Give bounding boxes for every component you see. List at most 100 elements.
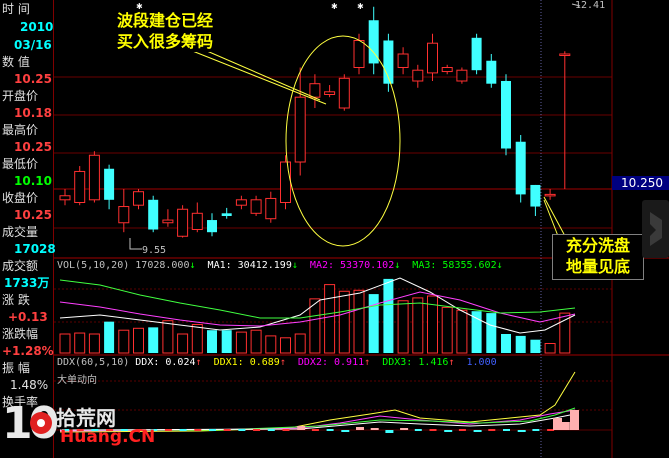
annotation-pointer xyxy=(543,196,566,237)
ddx-bar xyxy=(561,422,570,430)
volume-bar xyxy=(250,329,262,354)
ddx-bar xyxy=(444,430,453,432)
candle-body xyxy=(324,91,336,96)
volume-bar xyxy=(368,294,379,353)
annotation-bottom: 充分洗盘 地量见底 xyxy=(552,234,644,280)
ddx-bar xyxy=(517,430,526,432)
volume-bar xyxy=(353,289,365,354)
candle-body xyxy=(309,83,321,98)
volume-bar xyxy=(515,335,526,353)
ddx-header: DDX(60,5,10) DDX: 0.024↑, DDX1: 0.689↑, … xyxy=(57,357,497,368)
candle-body xyxy=(530,184,541,207)
candle-body xyxy=(59,195,71,201)
candle-body xyxy=(294,96,306,163)
close-value: 10.25 xyxy=(14,208,52,222)
amount-label: 成交额 xyxy=(2,259,39,273)
value-value: 10.25 xyxy=(14,72,52,86)
volume-bar xyxy=(162,320,174,354)
ddx-bar xyxy=(341,430,350,432)
star-marker: ✱ xyxy=(357,2,364,11)
volume-bar xyxy=(177,333,189,354)
candle-body xyxy=(486,60,497,84)
candle-body xyxy=(456,69,468,82)
volume-bar xyxy=(104,321,115,353)
scroll-handle[interactable] xyxy=(642,200,669,258)
ddx-bar xyxy=(570,410,579,430)
candle-body xyxy=(427,42,438,74)
vol-header: VOL(5,10,20) 17028.000↓, MA1: 30412.199↓… xyxy=(57,260,503,271)
volume-bar xyxy=(294,333,306,354)
ddx-bar xyxy=(385,430,394,433)
candle-body xyxy=(544,193,556,197)
volume-bar xyxy=(191,324,203,354)
high-label: 最高价 xyxy=(2,123,39,137)
volume-bar xyxy=(207,330,217,353)
candle-body xyxy=(471,37,482,71)
candle-body xyxy=(250,199,262,214)
star-marker: ✱ xyxy=(331,2,338,11)
current-price-box: 10.250 xyxy=(612,176,669,190)
candle-body xyxy=(412,69,424,82)
volume-bar xyxy=(544,343,556,354)
time-label: 时 间 xyxy=(2,2,30,16)
low-label: 最低价 xyxy=(2,157,39,171)
close-label: 收盘价 xyxy=(2,191,39,205)
amount-value: 1733万 xyxy=(4,276,50,290)
candle-body xyxy=(265,197,277,220)
ddx-bar xyxy=(400,428,409,430)
change-value: +0.13 xyxy=(8,310,48,324)
volume-bar xyxy=(133,327,144,354)
volume-bar xyxy=(280,337,291,354)
watermark-logo-icon xyxy=(30,412,52,434)
amplitude-label: 振 幅 xyxy=(2,361,30,375)
change-pct-label: 涨跌幅 xyxy=(2,327,39,341)
low-marker-label: 9.55 xyxy=(142,245,167,256)
scroll-icon xyxy=(650,212,662,246)
volume-bar xyxy=(324,284,336,354)
candle-body xyxy=(162,219,174,224)
annotation-pointer xyxy=(199,47,321,101)
candle-body xyxy=(338,77,350,109)
volume-bar xyxy=(501,334,511,353)
volume-bar xyxy=(118,329,130,354)
ddx-bar xyxy=(553,418,562,430)
info-panel: 时 间 2010 03/16 数 值 10.25 开盘价 10.18 最高价 1… xyxy=(0,0,56,458)
volume-bar xyxy=(235,331,247,354)
volume-label: 成交量 xyxy=(2,225,39,239)
high-value: 10.25 xyxy=(14,140,52,154)
candle-body xyxy=(148,199,159,230)
high-marker-label: 12.41 xyxy=(575,0,606,11)
volume-bar xyxy=(456,309,468,354)
change-pct-value: +1.28% xyxy=(2,344,54,358)
value-label: 数 值 xyxy=(2,55,30,69)
volume-bar xyxy=(338,290,350,354)
volume-bar xyxy=(559,312,571,354)
candle-body xyxy=(501,81,511,149)
volume-bar xyxy=(383,278,394,353)
candle-body xyxy=(88,154,100,201)
candle-body xyxy=(280,161,291,203)
annotation-accumulation: 波段建仓已经 买入很多筹码 xyxy=(103,10,227,52)
site-watermark: 10 拾荒网 Huang.CN xyxy=(2,398,156,449)
ddx-sub-label: 大单动向 xyxy=(57,375,97,386)
volume-bar xyxy=(441,306,453,354)
ddx-bar xyxy=(370,428,379,430)
volume-bar xyxy=(74,332,86,354)
change-label: 涨 跌 xyxy=(2,293,30,307)
volume-bar xyxy=(397,300,409,354)
chart-canvas[interactable] xyxy=(0,0,669,458)
annotation-pointer xyxy=(543,199,559,237)
candle-body xyxy=(235,199,247,206)
low-marker-pointer xyxy=(129,238,142,250)
candle-body xyxy=(515,141,526,195)
volume-bar xyxy=(471,311,482,353)
candle-body xyxy=(177,208,189,237)
candle-body xyxy=(207,220,217,233)
amplitude-value: 1.48% xyxy=(10,378,49,392)
candle-body xyxy=(118,206,130,224)
volume-bar xyxy=(530,339,541,353)
volume-bar xyxy=(265,335,277,354)
candle-body xyxy=(74,170,86,203)
volume-bar xyxy=(88,333,100,354)
ddx-bar xyxy=(473,430,482,432)
